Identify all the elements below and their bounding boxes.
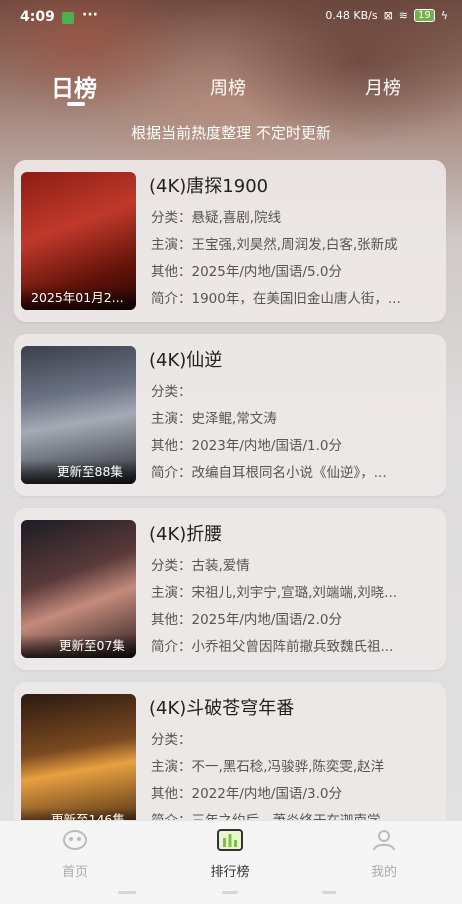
nav-ranking[interactable]: 排行榜 bbox=[185, 829, 275, 880]
nav-home-label: 首页 bbox=[61, 865, 88, 880]
item-cast: 主演：宋祖儿,刘宇宁,宣璐,刘端端,刘晓... bbox=[151, 585, 398, 601]
item-cast: 主演：史泽鲲,常文涛 bbox=[151, 411, 277, 427]
sys-menu-handle[interactable] bbox=[118, 891, 136, 894]
item-intro: 简介：1900年，在美国旧金山唐人街，... bbox=[151, 291, 401, 307]
item-cast: 主演：不一,黑石稔,冯骏骅,陈奕雯,赵洋 bbox=[151, 759, 385, 775]
list-item[interactable]: 更新至88集 (4K)仙逆 分类： 主演：史泽鲲,常文涛 其他：2023年/内地… bbox=[14, 334, 446, 496]
network-speed: 0.48 KB/s bbox=[325, 9, 378, 22]
home-icon bbox=[63, 830, 87, 850]
battery-icon: 19 bbox=[414, 9, 435, 22]
poster-image: 更新至88集 bbox=[21, 346, 136, 484]
item-title: (4K)折腰 bbox=[149, 524, 223, 545]
item-category: 分类：古装,爱情 bbox=[151, 558, 250, 574]
item-category: 分类： bbox=[151, 384, 192, 400]
sim-icon: ⊠ bbox=[383, 9, 393, 22]
system-gesture-bar bbox=[0, 885, 462, 903]
item-other: 其他：2025年/内地/国语/5.0分 bbox=[151, 264, 342, 280]
nav-mine-label: 我的 bbox=[370, 865, 397, 880]
ranking-list[interactable]: 2025年01月2... (4K)唐探1900 分类：悬疑,喜剧,院线 主演：王… bbox=[14, 160, 446, 820]
list-item[interactable]: 2025年01月2... (4K)唐探1900 分类：悬疑,喜剧,院线 主演：王… bbox=[14, 160, 446, 322]
status-bar: 4:09 ··· 0.48 KB/s ⊠ ≋ 19 ϟ bbox=[0, 0, 462, 34]
item-category: 分类： bbox=[151, 732, 192, 748]
ranking-tabs: 日榜 周榜 月榜 bbox=[0, 66, 462, 106]
item-title: (4K)唐探1900 bbox=[149, 176, 269, 197]
poster-caption: 2025年01月2... bbox=[21, 286, 136, 310]
item-intro: 简介：三年之约后，萧炎终于在迦南学... bbox=[151, 809, 436, 820]
poster-caption: 更新至88集 bbox=[21, 460, 136, 484]
sys-home-handle[interactable] bbox=[222, 891, 238, 894]
poster-image: 更新至07集 bbox=[21, 520, 136, 658]
tab-indicator bbox=[67, 102, 85, 106]
ranking-subtitle: 根据当前热度整理 不定时更新 bbox=[131, 124, 331, 142]
item-other: 其他：2025年/内地/国语/2.0分 bbox=[151, 612, 342, 628]
sys-back-handle[interactable] bbox=[322, 891, 336, 894]
nav-home[interactable]: 首页 bbox=[30, 829, 120, 880]
tab-week[interactable]: 周榜 bbox=[210, 74, 246, 100]
status-right: 0.48 KB/s ⊠ ≋ 19 ϟ bbox=[325, 9, 448, 22]
charging-icon: ϟ bbox=[440, 9, 448, 22]
poster-caption: 更新至146集 bbox=[21, 808, 136, 820]
item-category: 分类：悬疑,喜剧,院线 bbox=[151, 210, 282, 226]
app-notification-icon bbox=[62, 12, 74, 24]
item-other: 其他：2023年/内地/国语/1.0分 bbox=[151, 438, 342, 454]
ranking-icon bbox=[217, 829, 243, 851]
item-title: (4K)斗破苍穹年番 bbox=[149, 698, 295, 719]
profile-icon bbox=[373, 830, 395, 851]
poster-caption: 更新至07集 bbox=[21, 634, 136, 658]
item-title: (4K)仙逆 bbox=[149, 350, 223, 371]
nav-mine[interactable]: 我的 bbox=[339, 829, 429, 880]
nav-ranking-label: 排行榜 bbox=[210, 865, 250, 880]
item-intro: 简介：改编自耳根同名小说《仙逆》，... bbox=[151, 465, 387, 481]
status-dots: ··· bbox=[82, 7, 98, 23]
poster-image: 2025年01月2... bbox=[21, 172, 136, 310]
item-other: 其他：2022年/内地/国语/3.0分 bbox=[151, 786, 342, 802]
wifi-icon: ≋ bbox=[398, 9, 408, 22]
item-intro: 简介：小乔祖父曾因阵前撤兵致魏氏祖... bbox=[151, 639, 394, 655]
list-item[interactable]: 更新至146集 (4K)斗破苍穹年番 分类： 主演：不一,黑石稔,冯骏骅,陈奕雯… bbox=[14, 682, 446, 820]
list-item[interactable]: 更新至07集 (4K)折腰 分类：古装,爱情 主演：宋祖儿,刘宇宁,宣璐,刘端端… bbox=[14, 508, 446, 670]
poster-image: 更新至146集 bbox=[21, 694, 136, 820]
item-cast: 主演：王宝强,刘昊然,周润发,白客,张新成 bbox=[151, 237, 398, 253]
tab-day[interactable]: 日榜 bbox=[51, 69, 97, 103]
status-time: 4:09 bbox=[20, 9, 55, 25]
tab-month[interactable]: 月榜 bbox=[365, 74, 401, 100]
